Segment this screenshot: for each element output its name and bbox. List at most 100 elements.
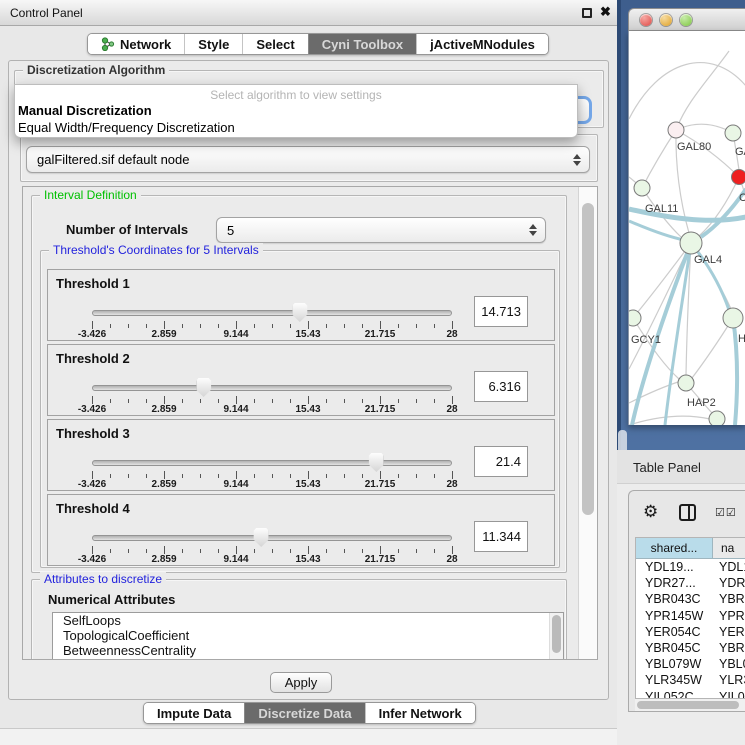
node[interactable]	[709, 411, 725, 425]
number-of-intervals-combobox[interactable]: 5	[216, 217, 546, 243]
close-icon[interactable]: ✖	[600, 4, 611, 20]
threshold-value-field[interactable]: 11.344	[474, 521, 528, 552]
gear-icon[interactable]: ⚙	[643, 502, 658, 522]
node-table[interactable]: shared... na YDL19...YDL1YDR27...YDR2YBR…	[635, 537, 745, 699]
threshold-value-field[interactable]: 6.316	[474, 371, 528, 402]
table-row[interactable]: YDL19...YDL1	[636, 559, 745, 575]
close-traffic-light[interactable]	[640, 14, 652, 26]
tick-mark	[452, 321, 453, 329]
tick-label: 15.43	[295, 329, 320, 340]
table-row[interactable]: YBL079WYBL0	[636, 656, 745, 672]
slider-thumb[interactable]	[292, 303, 307, 322]
table-cell[interactable]: YDL19...	[636, 559, 713, 575]
list-scrollbar[interactable]	[549, 613, 563, 660]
tick-mark	[182, 474, 183, 478]
table-hscrollbar-thumb[interactable]	[637, 701, 739, 709]
tab-infer-network[interactable]: Infer Network	[365, 703, 475, 723]
slider-track[interactable]	[92, 460, 452, 466]
attribute-list-item[interactable]: BetweennessCentrality	[53, 643, 563, 658]
node-gal11[interactable]	[634, 180, 650, 196]
column-header-shared[interactable]: shared...	[636, 538, 713, 558]
table-cell[interactable]: YBR045C	[636, 640, 713, 656]
tab-jactivemnodules[interactable]: jActiveMNodules	[416, 34, 548, 54]
float-window-icon[interactable]	[582, 8, 592, 18]
threshold-value-field[interactable]: 21.4	[474, 446, 528, 477]
tab-network[interactable]: Network	[88, 34, 184, 54]
slider-track[interactable]	[92, 385, 452, 391]
popup-item-manual-discretization[interactable]: Manual Discretization	[15, 102, 577, 119]
table-row[interactable]: YBR043CYBR0	[636, 591, 745, 607]
table-cell[interactable]: YIL0	[713, 689, 745, 700]
tick-mark	[236, 321, 237, 329]
tick-mark	[218, 549, 219, 553]
tab-style[interactable]: Style	[184, 34, 242, 54]
node-gal4[interactable]	[680, 232, 702, 254]
minimize-traffic-light[interactable]	[660, 14, 672, 26]
attribute-list-item[interactable]: SelfLoops	[53, 613, 563, 628]
number-of-intervals-value: 5	[227, 223, 234, 238]
slider-ticks	[92, 321, 452, 329]
table-cell[interactable]: YDR27...	[636, 575, 713, 591]
table-hscrollbar[interactable]	[635, 699, 745, 711]
settings-scrollbar-thumb[interactable]	[582, 203, 594, 515]
threshold-label: Threshold 2	[56, 351, 130, 366]
slider-thumb[interactable]	[369, 453, 384, 472]
tab-cyni-toolbox[interactable]: Cyni Toolbox	[308, 34, 416, 54]
table-row[interactable]: YLR345WYLR3	[636, 672, 745, 688]
settings-scrollbar[interactable]	[578, 187, 597, 659]
table-row[interactable]: YBR045CYBR0	[636, 640, 745, 656]
table-cell[interactable]: YBL0	[713, 656, 745, 672]
table-cell[interactable]: YER054C	[636, 624, 713, 640]
popup-item-equal-width-frequency[interactable]: Equal Width/Frequency Discretization	[15, 119, 577, 136]
node-hap2[interactable]	[678, 375, 694, 391]
table-row[interactable]: YDR27...YDR2	[636, 575, 745, 591]
tab-label: Cyni Toolbox	[322, 37, 403, 52]
checkbox-columns-icon[interactable]: ☑☑	[715, 506, 737, 519]
table-cell[interactable]: YPR145W	[636, 608, 713, 624]
node-gal80[interactable]	[668, 122, 684, 138]
network-canvas[interactable]: GAL80 GA GAL11 C GAL4 GCY1 H HAP2	[628, 31, 745, 425]
tick-label: -3.426	[78, 554, 106, 565]
node[interactable]	[725, 125, 741, 141]
slider-thumb[interactable]	[254, 528, 269, 547]
table-cell[interactable]: YIL052C	[636, 689, 713, 700]
tab-impute-data[interactable]: Impute Data	[144, 703, 244, 723]
table-cell[interactable]: YER0	[713, 624, 745, 640]
table-cell[interactable]: YPR1	[713, 608, 745, 624]
node-selected-red[interactable]	[732, 170, 745, 185]
node-h[interactable]	[723, 308, 743, 328]
slider-track[interactable]	[92, 535, 452, 541]
table-row[interactable]: YIL052CYIL0	[636, 689, 745, 700]
tick-mark	[308, 471, 309, 479]
table-row[interactable]: YER054CYER0	[636, 624, 745, 640]
tick-mark	[110, 324, 111, 328]
table-cell[interactable]: YDR2	[713, 575, 745, 591]
table-cell[interactable]: YBR043C	[636, 591, 713, 607]
zoom-traffic-light[interactable]	[680, 14, 692, 26]
list-scrollbar-thumb[interactable]	[552, 615, 561, 653]
tab-select[interactable]: Select	[242, 34, 307, 54]
table-cell[interactable]: YBL079W	[636, 656, 713, 672]
table-cell[interactable]: YLR3	[713, 672, 745, 688]
column-layout-icon[interactable]	[679, 504, 696, 521]
table-cell[interactable]: YBR0	[713, 591, 745, 607]
table-data-combobox[interactable]: galFiltered.sif default node	[26, 146, 590, 173]
table-cell[interactable]: YDL1	[713, 559, 745, 575]
table-row[interactable]: YPR145WYPR1	[636, 608, 745, 624]
tick-label: 21.715	[365, 404, 396, 415]
slider-track[interactable]	[92, 310, 452, 316]
node-gcy1[interactable]	[629, 310, 641, 326]
column-header-name[interactable]: na	[713, 538, 745, 558]
slider-thumb[interactable]	[196, 378, 211, 397]
attribute-list-item[interactable]: TopologicalCoefficient	[53, 628, 563, 643]
apply-button[interactable]: Apply	[270, 672, 332, 693]
tab-discretize-data[interactable]: Discretize Data	[244, 703, 364, 723]
tick-label: 15.43	[295, 479, 320, 490]
table-cell[interactable]: YLR345W	[636, 672, 713, 688]
threshold-value-field[interactable]: 14.713	[474, 296, 528, 327]
tick-mark	[416, 549, 417, 553]
threshold-label: Threshold 3	[56, 426, 130, 441]
table-cell[interactable]: YBR0	[713, 640, 745, 656]
threshold-3-panel: Threshold 3 -3.4262.8599.14415.4321.7152…	[47, 419, 555, 491]
numerical-attributes-list[interactable]: SelfLoopsTopologicalCoefficientBetweenne…	[52, 612, 564, 660]
